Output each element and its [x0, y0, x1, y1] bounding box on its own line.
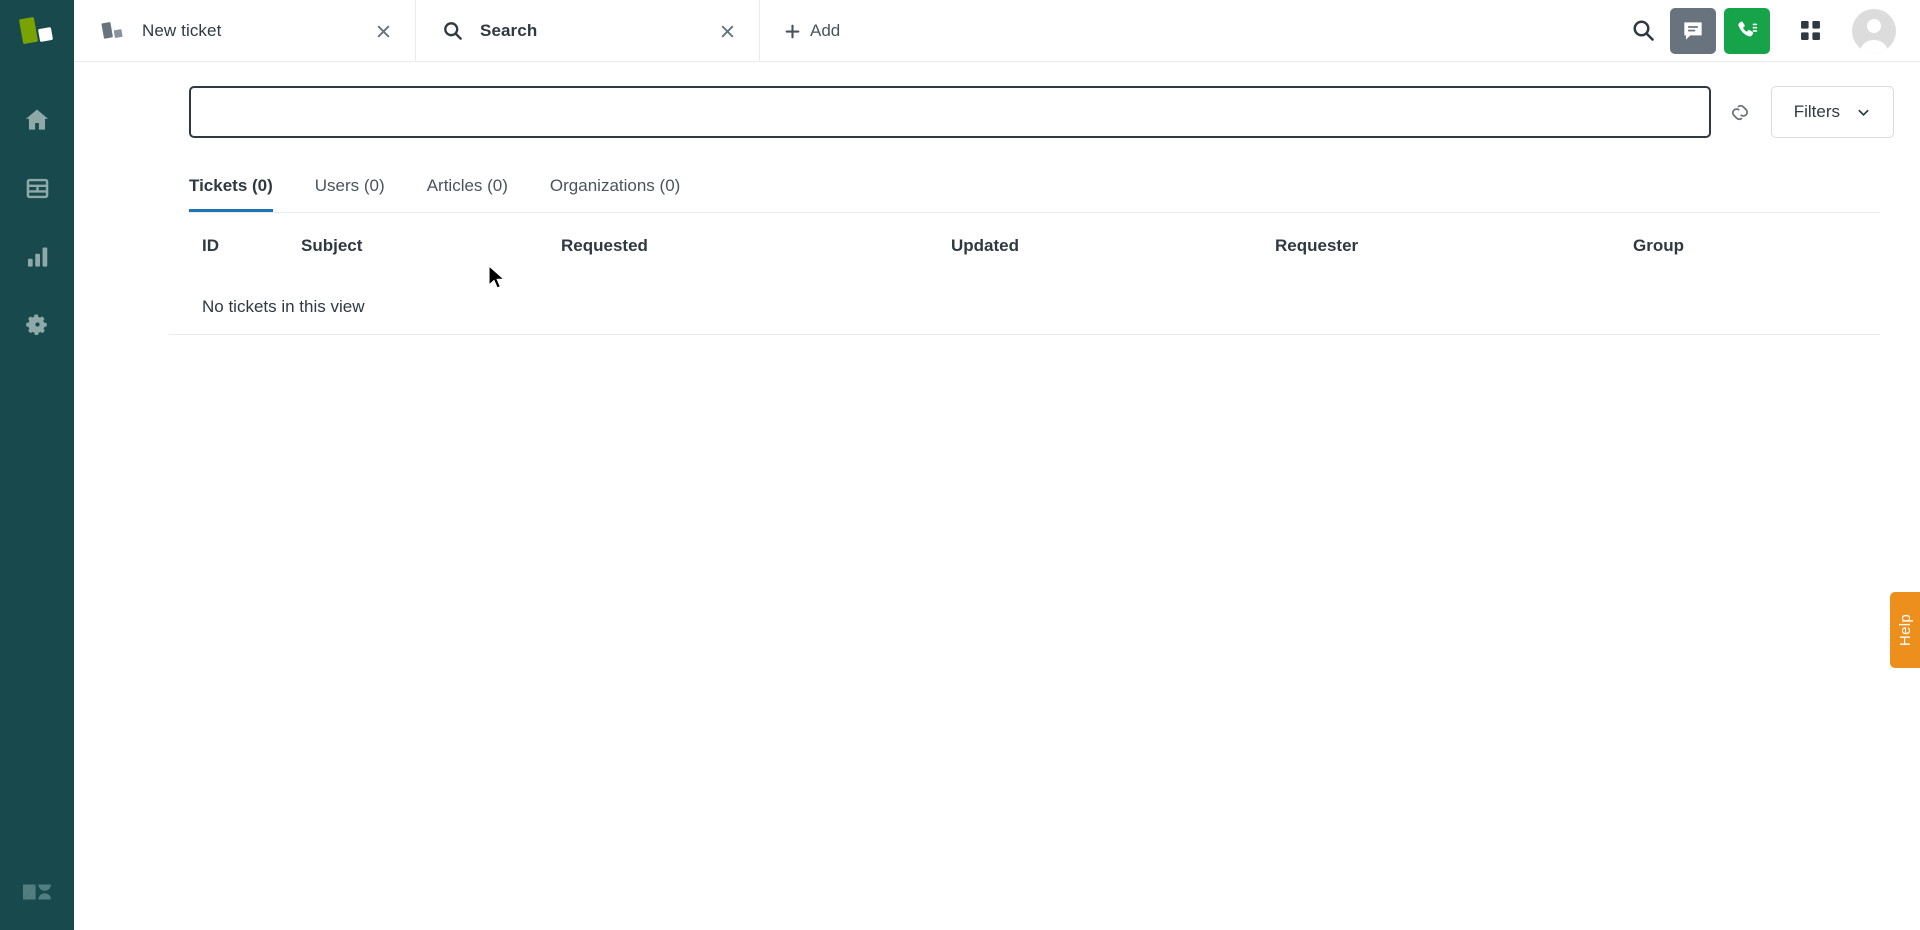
copy-link-button[interactable] — [1713, 86, 1769, 138]
views-icon — [26, 178, 48, 198]
help-tab-label: Help — [1896, 613, 1914, 647]
column-header-id[interactable]: ID — [169, 236, 301, 256]
filters-label: Filters — [1793, 102, 1840, 121]
tab-strip: New ticket Search Add — [74, 0, 864, 62]
left-sidebar — [0, 0, 74, 930]
tab-articles[interactable]: Articles (0) — [427, 176, 508, 212]
sidebar-footer — [0, 854, 74, 930]
call-button[interactable] — [1724, 7, 1770, 54]
sidebar-item-views[interactable] — [0, 154, 74, 222]
topbar-actions — [1616, 0, 1920, 61]
apps-button[interactable] — [1784, 0, 1836, 62]
chevron-down-icon — [1858, 109, 1869, 116]
avatar[interactable] — [1852, 8, 1896, 53]
close-icon[interactable] — [369, 17, 397, 45]
column-header-group[interactable]: Group — [1633, 236, 1880, 256]
column-header-requested[interactable]: Requested — [561, 236, 951, 256]
tab-new-ticket-label: New ticket — [142, 21, 222, 40]
sidebar-item-admin[interactable] — [0, 290, 74, 358]
sidebar-nav — [0, 86, 74, 358]
result-tabs: Tickets (0) Users (0) Articles (0) Organ… — [189, 176, 1880, 213]
apps-grid-icon — [1800, 21, 1820, 40]
call-icon — [1738, 21, 1758, 36]
tab-new-ticket[interactable]: New ticket — [74, 0, 416, 62]
chat-icon — [1684, 21, 1702, 40]
plus-icon — [785, 24, 800, 38]
search-row: Filters — [74, 62, 1920, 138]
app-root: New ticket Search Add Filters Tickets (0… — [0, 0, 1920, 930]
home-icon — [25, 109, 49, 130]
column-header-requester[interactable]: Requester — [1275, 236, 1633, 256]
close-icon[interactable] — [713, 17, 741, 45]
search-input[interactable] — [189, 86, 1711, 138]
column-header-updated[interactable]: Updated — [951, 236, 1275, 256]
results-table: ID Subject Requested Updated Requester G… — [169, 213, 1880, 335]
filters-button[interactable]: Filters — [1770, 86, 1894, 138]
tab-users[interactable]: Users (0) — [315, 176, 385, 212]
link-icon — [1732, 104, 1749, 120]
zendesk-logo-icon[interactable] — [20, 875, 54, 909]
chat-button[interactable] — [1670, 7, 1716, 54]
add-tab-button[interactable]: Add — [760, 0, 864, 62]
table-header-row: ID Subject Requested Updated Requester G… — [169, 213, 1880, 279]
global-search-button[interactable] — [1616, 0, 1670, 62]
top-tab-bar: New ticket Search Add — [74, 0, 1920, 62]
sidebar-item-reporting[interactable] — [0, 222, 74, 290]
reporting-icon — [27, 247, 47, 267]
column-header-subject[interactable]: Subject — [301, 236, 561, 256]
avatar-icon — [1860, 18, 1888, 53]
search-icon — [1632, 20, 1654, 41]
add-tab-label: Add — [810, 21, 841, 40]
tab-search[interactable]: Search — [416, 0, 760, 62]
tab-search-label: Search — [480, 21, 538, 40]
help-tab-button[interactable]: Help — [1890, 592, 1920, 668]
sidebar-item-home[interactable] — [0, 86, 74, 154]
ticket-logo-icon — [100, 20, 126, 42]
main-area: New ticket Search Add Filters Tickets (0… — [74, 0, 1920, 930]
tab-tickets[interactable]: Tickets (0) — [189, 176, 273, 212]
table-empty-state: No tickets in this view — [169, 279, 1880, 335]
gear-icon — [25, 313, 47, 335]
product-logo-green-white-icon[interactable] — [0, 2, 74, 60]
search-tools: Filters — [1713, 86, 1894, 138]
search-icon — [442, 20, 464, 42]
tab-organizations[interactable]: Organizations (0) — [550, 176, 680, 212]
